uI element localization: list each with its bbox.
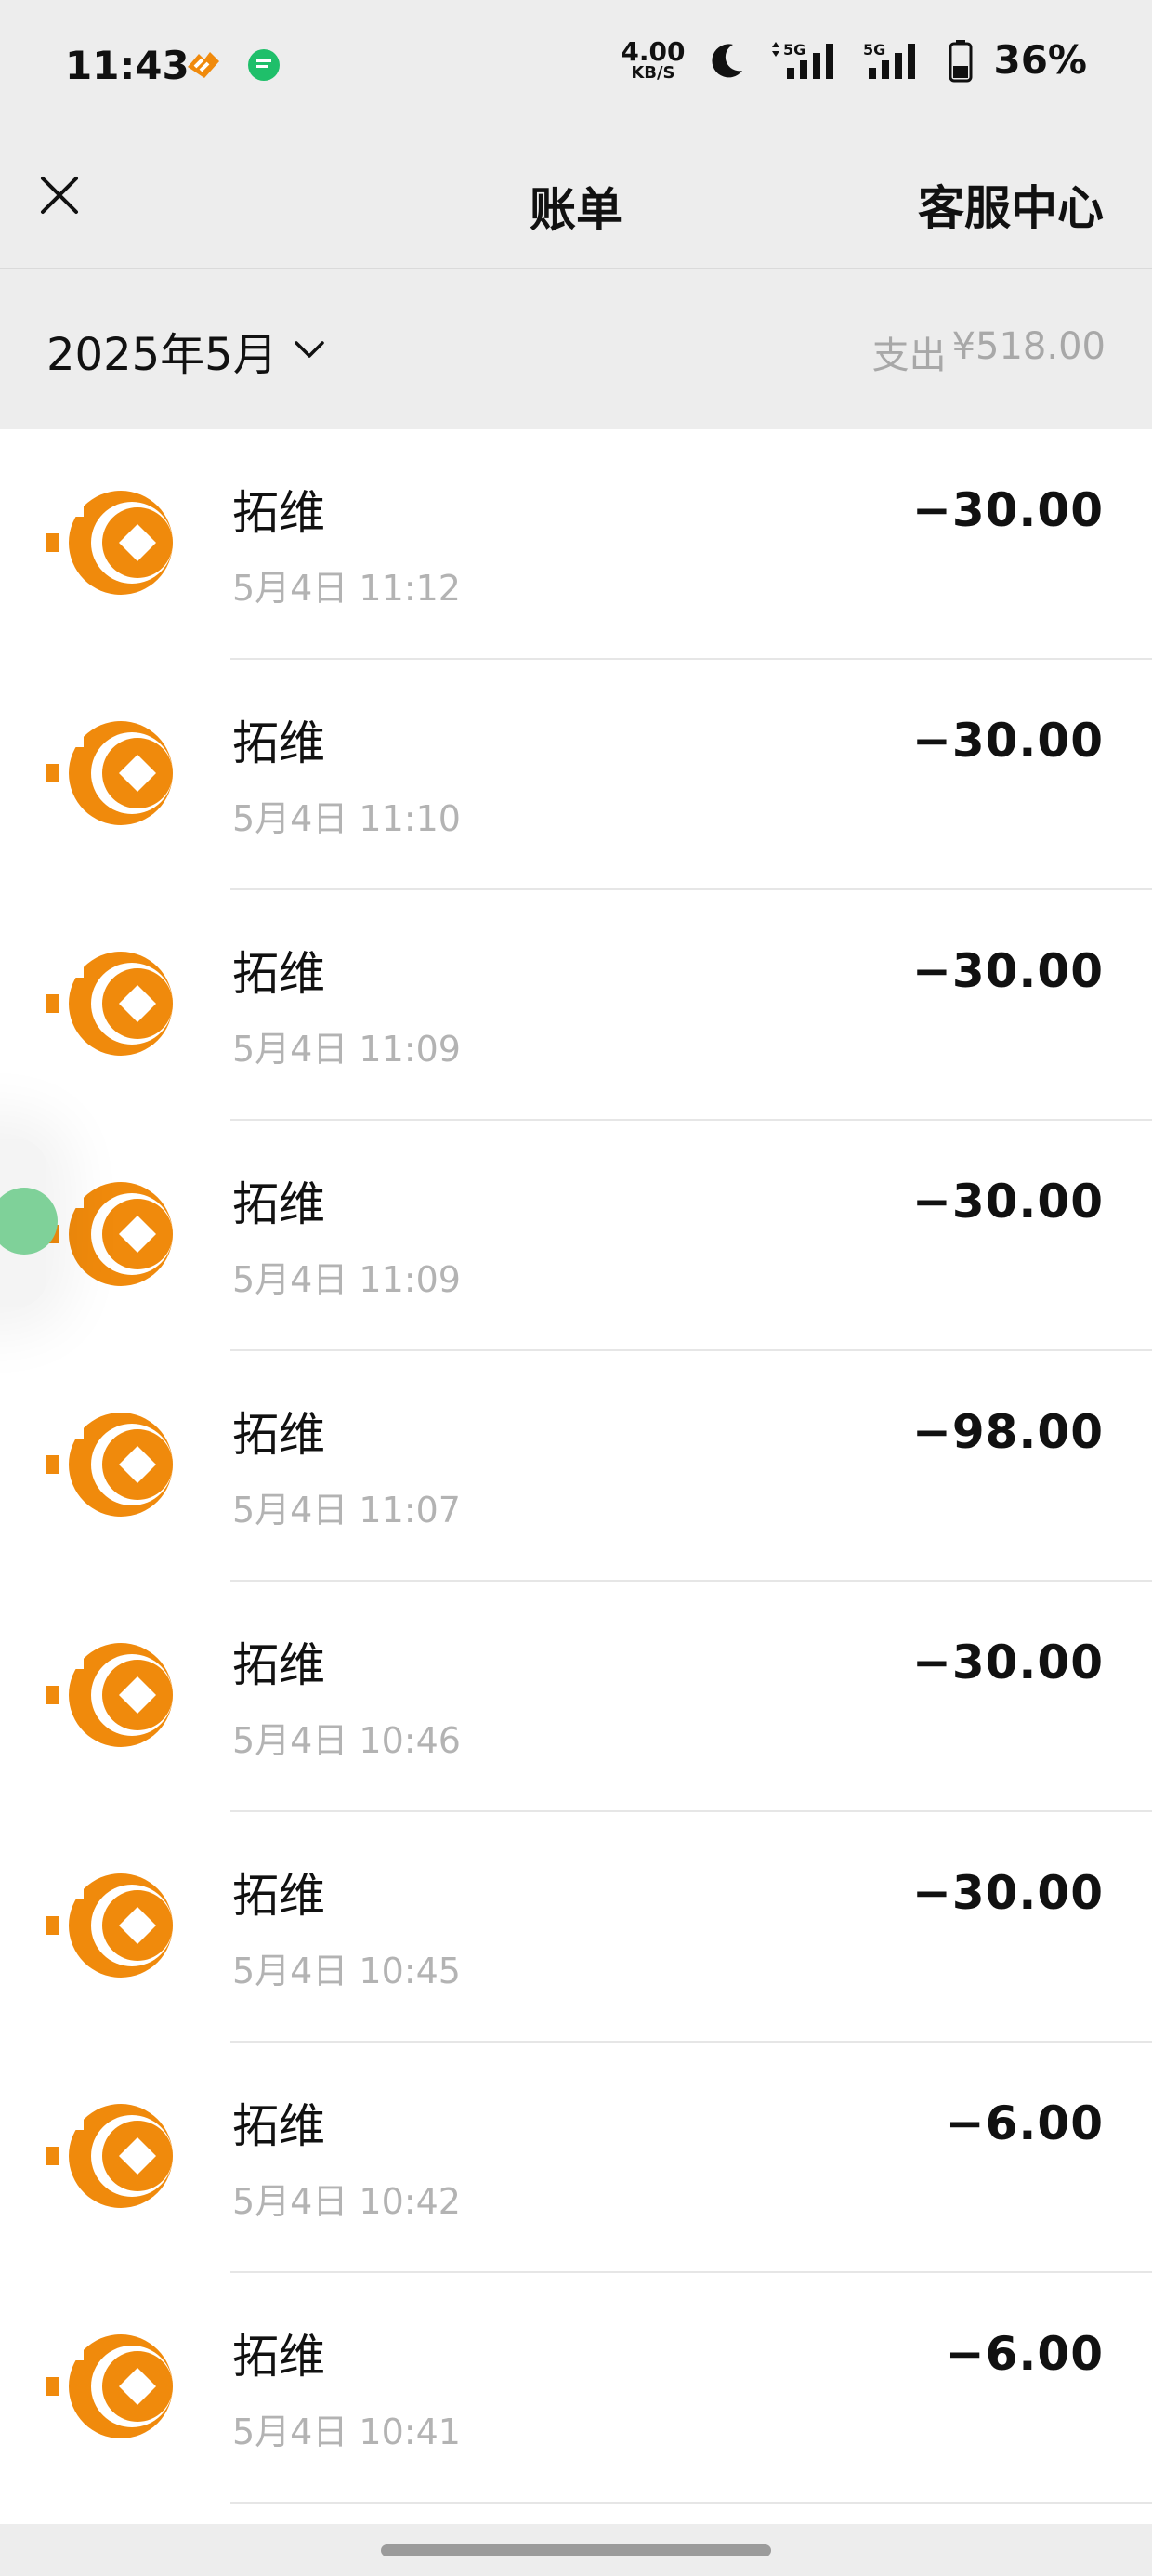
customer-service-button[interactable]: 客服中心 [918, 171, 1104, 238]
bill-time: 5月4日 11:12 [232, 568, 461, 609]
bill-amount: −30.00 [911, 1866, 1104, 1920]
bill-time: 5月4日 11:10 [232, 798, 461, 839]
bill-amount: −6.00 [945, 2096, 1104, 2150]
bill-merchant-name: 拓维 [232, 1638, 325, 1692]
merchant-logo-icon [46, 1413, 173, 1517]
bill-item[interactable]: 拓维 5月4日 10:45 −30.00 [0, 1812, 1152, 2043]
month-label: 2025年5月 [46, 329, 278, 381]
status-time: 11:43 [65, 43, 190, 88]
header: 账单 客服中心 [0, 139, 1152, 269]
month-selector[interactable]: 2025年5月 [46, 318, 326, 383]
bill-merchant-name: 拓维 [232, 2330, 325, 2384]
bill-time: 5月4日 10:45 [232, 1951, 461, 1991]
do-not-disturb-moon-icon [712, 43, 743, 77]
signal-5g-icon-2: 5G [863, 41, 916, 79]
bill-merchant-name: 拓维 [232, 1408, 325, 1462]
merchant-logo-icon [46, 2334, 173, 2438]
svg-text:5G: 5G [783, 41, 805, 59]
bill-time: 5月4日 10:41 [232, 2412, 461, 2452]
chevron-down-icon [294, 341, 324, 358]
bill-item[interactable]: 拓维 5月4日 11:07 −98.00 [0, 1351, 1152, 1582]
merchant-logo-icon [46, 1873, 173, 1978]
bill-merchant-name: 拓维 [232, 716, 325, 770]
month-bar: 2025年5月 支出 ¥518.00 [0, 269, 1152, 429]
status-bar: 11:43 4.00 KB/S 5G 5G 36% [0, 0, 1152, 139]
bill-merchant-name: 拓维 [232, 1177, 325, 1231]
bill-item[interactable]: 拓维 5月4日 10:46 −30.00 [0, 1582, 1152, 1812]
merchant-logo-icon [46, 721, 173, 825]
bill-merchant-name: 拓维 [232, 2099, 325, 2153]
signal-5g-icon: 5G [772, 41, 834, 79]
merchant-logo-icon [46, 491, 173, 595]
bill-amount: −6.00 [945, 2327, 1104, 2381]
notification-icons [182, 46, 282, 84]
bill-time: 5月4日 11:09 [232, 1259, 461, 1300]
bill-amount: −30.00 [911, 483, 1104, 537]
total-amount: ¥518.00 [951, 325, 1106, 368]
battery-icon [949, 39, 973, 82]
bill-item[interactable]: 拓维 5月4日 11:09 −30.00 [0, 890, 1152, 1121]
bill-amount: −30.00 [911, 1636, 1104, 1689]
battery-percent: 36% [993, 37, 1087, 83]
merchant-logo-icon [46, 1182, 173, 1286]
bill-merchant-name: 拓维 [232, 486, 325, 540]
bill-item[interactable]: 拓维 5月4日 11:10 −30.00 [0, 660, 1152, 890]
bill-item[interactable]: 拓维 5月4日 11:12 −30.00 [0, 429, 1152, 660]
bill-time: 5月4日 10:42 [232, 2181, 461, 2222]
bill-time: 5月4日 11:09 [232, 1029, 461, 1070]
bill-amount: −98.00 [911, 1405, 1104, 1459]
bill-time: 5月4日 10:46 [232, 1720, 461, 1761]
merchant-logo-icon [46, 952, 173, 1056]
bill-amount: −30.00 [911, 714, 1104, 768]
bill-merchant-name: 拓维 [232, 947, 325, 1001]
gesture-bar [0, 2524, 1152, 2576]
merchant-logo-icon [46, 2104, 173, 2208]
bill-item[interactable]: 拓维 5月4日 10:42 −6.00 [0, 2043, 1152, 2273]
month-total: 支出 ¥518.00 [872, 325, 1106, 379]
total-label: 支出 [871, 335, 947, 377]
net-speed: 4.00 KB/S [621, 35, 686, 83]
status-right: 4.00 KB/S 5G 5G 36% [621, 37, 1087, 83]
bill-amount: −30.00 [911, 1175, 1104, 1229]
message-notification-icon [248, 49, 280, 81]
bill-item[interactable]: 拓维 5月4日 10:41 −6.00 [0, 2273, 1152, 2504]
bill-list: 拓维 5月4日 11:12 −30.00 拓维 5月4日 11:10 −30.0… [0, 429, 1152, 2524]
home-indicator[interactable] [381, 2544, 771, 2556]
merchant-logo-icon [46, 1643, 173, 1747]
bill-merchant-name: 拓维 [232, 1869, 325, 1923]
bill-item[interactable]: 拓维 5月4日 11:09 −30.00 [0, 1121, 1152, 1351]
bill-amount: −30.00 [911, 944, 1104, 998]
app-notification-icon [188, 52, 219, 78]
divider [230, 2502, 1152, 2504]
svg-text:5G: 5G [863, 41, 885, 59]
floating-assistant-bubble[interactable] [0, 1139, 58, 1307]
bill-time: 5月4日 11:07 [232, 1490, 461, 1531]
